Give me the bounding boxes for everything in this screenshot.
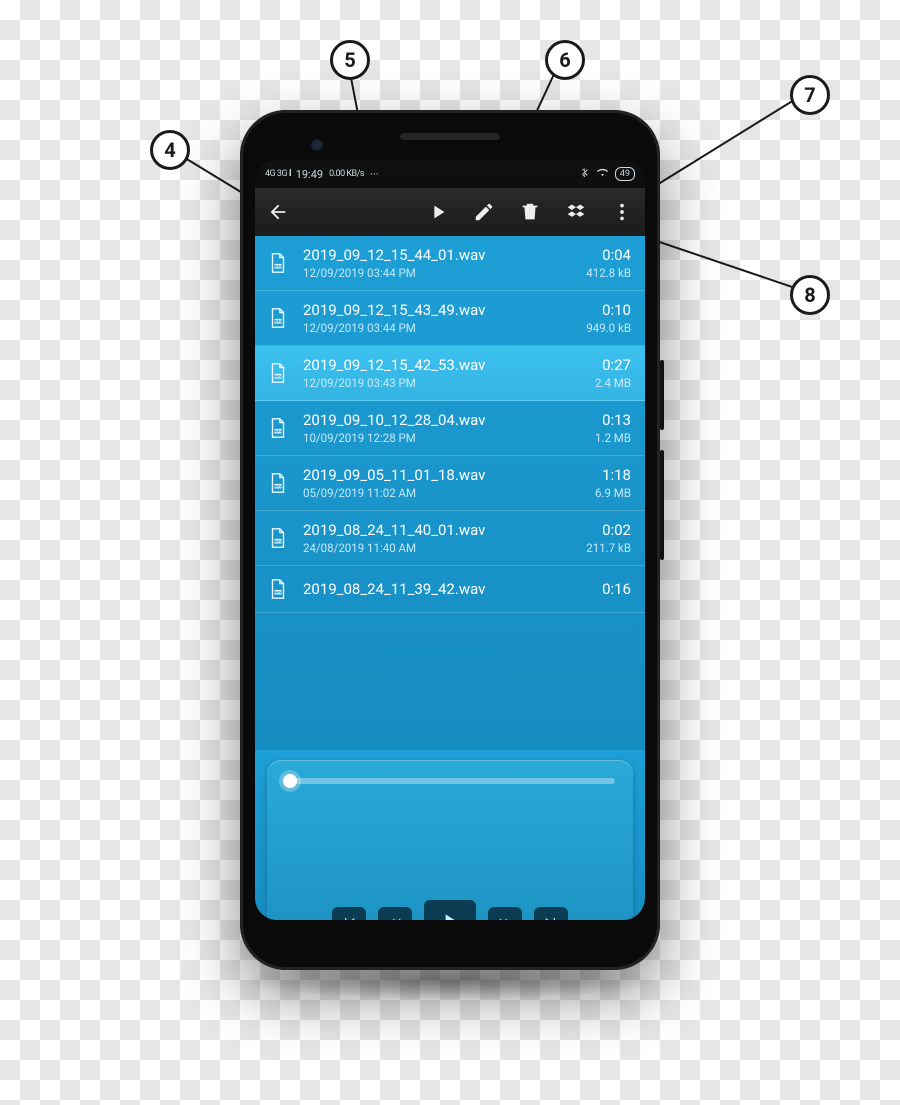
rewind-button[interactable] — [378, 907, 412, 920]
svg-text:WAV: WAV — [274, 320, 282, 324]
phone-side-button — [660, 450, 664, 560]
edit-button[interactable] — [461, 188, 507, 236]
overflow-menu-button[interactable] — [599, 188, 645, 236]
player-card — [267, 760, 633, 920]
recording-name: 2019_09_10_12_28_04.wav — [303, 411, 595, 429]
recording-row[interactable]: WAV 2019_09_10_12_28_04.wav 10/09/2019 12:… — [255, 401, 645, 456]
dropbox-button[interactable] — [553, 188, 599, 236]
bluetooth-icon — [579, 167, 590, 181]
recording-duration: 0:27 — [595, 356, 631, 374]
file-icon: WAV — [265, 360, 291, 386]
recording-duration: 0:16 — [602, 580, 631, 598]
recording-date: 12/09/2019 03:43 PM — [303, 376, 595, 390]
callout-badge: 5 — [330, 40, 370, 80]
recording-size: 1.2 MB — [595, 431, 631, 445]
battery-indicator: 49 — [615, 167, 635, 181]
back-button[interactable] — [255, 188, 301, 236]
recording-row[interactable]: WAV 2019_09_12_15_42_53.wav 12/09/2019 03:… — [255, 346, 645, 401]
recording-size: 6.9 MB — [595, 486, 631, 500]
callout-badge: 4 — [150, 130, 190, 170]
recording-duration: 1:18 — [595, 466, 631, 484]
seek-bar[interactable] — [285, 778, 615, 784]
svg-text:WAV: WAV — [274, 265, 282, 269]
signal-indicator: 4G 3G ılıl — [265, 169, 290, 179]
phone-screen: 4G 3G ılıl 19:49 0.00 KB/s ··· 49 — [255, 160, 645, 920]
recording-row[interactable]: WAV 2019_09_12_15_43_49.wav 12/09/2019 03:… — [255, 291, 645, 346]
recording-date: 12/09/2019 03:44 PM — [303, 321, 586, 335]
callout-badge: 6 — [545, 40, 585, 80]
svg-text:WAV: WAV — [274, 591, 282, 595]
file-icon: WAV — [265, 415, 291, 441]
signal-text: 4G 3G — [265, 169, 287, 179]
svg-text:WAV: WAV — [274, 430, 282, 434]
recording-name: 2019_09_05_11_01_18.wav — [303, 466, 595, 484]
play-button[interactable] — [415, 188, 461, 236]
recording-date: 12/09/2019 03:44 PM — [303, 266, 586, 280]
recording-row[interactable]: WAV 2019_09_12_15_44_01.wav 12/09/2019 03:… — [255, 236, 645, 291]
more-indicator: ··· — [370, 168, 379, 181]
recording-name: 2019_09_12_15_42_53.wav — [303, 356, 595, 374]
skip-next-button[interactable] — [534, 907, 568, 920]
phone-frame: 4G 3G ılıl 19:49 0.00 KB/s ··· 49 — [240, 110, 660, 970]
forward-button[interactable] — [488, 907, 522, 920]
skip-prev-button[interactable] — [332, 907, 366, 920]
file-icon: WAV — [265, 470, 291, 496]
clock: 19:49 — [296, 168, 323, 181]
recording-size: 211.7 kB — [586, 541, 631, 555]
recording-size: 412.8 kB — [586, 266, 631, 280]
file-icon: WAV — [265, 250, 291, 276]
file-icon: WAV — [265, 576, 291, 602]
svg-text:WAV: WAV — [274, 540, 282, 544]
recording-date: 24/08/2019 11:40 AM — [303, 541, 586, 555]
recording-name: 2019_08_24_11_40_01.wav — [303, 521, 586, 539]
action-bar — [255, 188, 645, 236]
recording-duration: 0:04 — [586, 246, 631, 264]
recording-size: 949.0 kB — [586, 321, 631, 335]
seek-thumb[interactable] — [283, 774, 297, 788]
svg-text:WAV: WAV — [274, 485, 282, 489]
recording-row[interactable]: WAV 2019_08_24_11_40_01.wav 24/08/2019 11:… — [255, 511, 645, 566]
wifi-icon — [596, 167, 609, 181]
recording-duration: 0:02 — [586, 521, 631, 539]
player-controls — [285, 900, 615, 920]
delete-button[interactable] — [507, 188, 553, 236]
recording-row[interactable]: WAV 2019_09_05_11_01_18.wav 05/09/2019 11:… — [255, 456, 645, 511]
recording-name: 2019_09_12_15_43_49.wav — [303, 301, 586, 319]
phone-side-button — [660, 360, 664, 430]
status-bar: 4G 3G ılıl 19:49 0.00 KB/s ··· 49 — [255, 160, 645, 188]
player-panel — [255, 750, 645, 920]
file-icon: WAV — [265, 305, 291, 331]
recording-duration: 0:10 — [586, 301, 631, 319]
recording-duration: 0:13 — [595, 411, 631, 429]
recording-row[interactable]: WAV 2019_08_24_11_39_42.wav0:16 — [255, 566, 645, 613]
recording-date: 10/09/2019 12:28 PM — [303, 431, 595, 445]
callout-badge: 7 — [790, 75, 830, 115]
recording-list[interactable]: WAV 2019_09_12_15_44_01.wav 12/09/2019 03:… — [255, 236, 645, 750]
recording-name: 2019_09_12_15_44_01.wav — [303, 246, 586, 264]
stage: 4 5 6 7 8 4G 3G ılıl 19:49 0.00 KB/s ··· — [0, 0, 900, 1105]
recording-date: 05/09/2019 11:02 AM — [303, 486, 595, 500]
play-pause-button[interactable] — [424, 900, 476, 920]
callout-badge: 8 — [790, 275, 830, 315]
recording-size: 2.4 MB — [595, 376, 631, 390]
file-icon: WAV — [265, 525, 291, 551]
svg-text:WAV: WAV — [274, 375, 282, 379]
net-speed: 0.00 KB/s — [329, 169, 364, 179]
recording-name: 2019_08_24_11_39_42.wav — [303, 580, 602, 598]
